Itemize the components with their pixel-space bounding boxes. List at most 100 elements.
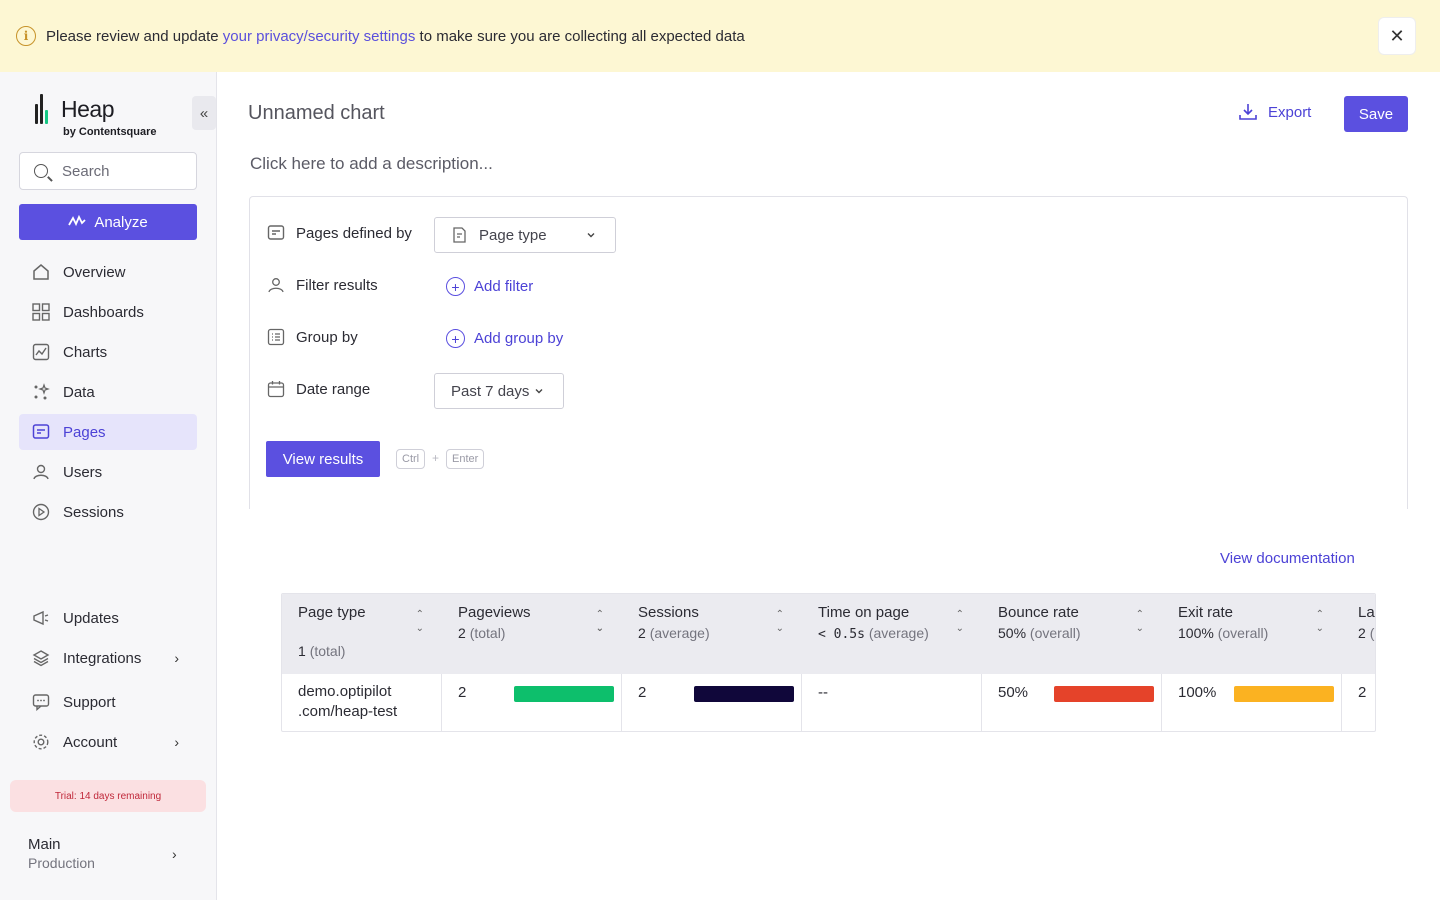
page-type-value: Page type (479, 226, 547, 244)
column-header-bounce-rate[interactable]: Bounce rate 50% (overall) ⌃ ⌄ (982, 594, 1162, 674)
date-range-dropdown[interactable]: Past 7 days (434, 373, 564, 409)
date-range-value: Past 7 days (451, 382, 530, 400)
sort-icon[interactable]: ⌃ ⌄ (776, 608, 784, 636)
sort-icon[interactable]: ⌃ ⌄ (1136, 608, 1144, 636)
sidebar-item-charts[interactable]: Charts (19, 334, 197, 370)
cell-bounce-rate: 50% (982, 674, 1162, 731)
analyze-icon (68, 214, 86, 230)
column-header-time-on-page[interactable]: Time on page < 0.5s (average) ⌃ ⌄ (802, 594, 982, 674)
chart-title[interactable]: Unnamed chart (248, 102, 385, 125)
environment-switcher[interactable]: Main Production (28, 836, 95, 871)
gear-icon (31, 732, 51, 752)
cell-value: 100% (1178, 684, 1217, 701)
sidebar-item-support[interactable]: Support (19, 684, 197, 720)
cell-last: 2 (1342, 674, 1375, 731)
column-header-last[interactable]: La 2 ( (1342, 594, 1375, 674)
cell-pageviews: 2 (442, 674, 622, 731)
collapse-sidebar-button[interactable]: « (192, 96, 216, 130)
megaphone-icon (31, 608, 51, 628)
page-name-line2: .com/heap-test (298, 703, 398, 720)
sidebar-item-label: Pages (63, 423, 106, 441)
column-header-pageviews[interactable]: Pageviews 2 (total) ⌃ ⌄ (442, 594, 622, 674)
column-name: La (1358, 604, 1375, 621)
chevron-down-icon (585, 228, 597, 245)
chevron-right-icon[interactable]: › (172, 846, 177, 862)
calendar-icon (266, 379, 286, 399)
privacy-settings-link[interactable]: your privacy/security settings (223, 28, 416, 45)
kbd-enter: Enter (446, 449, 485, 469)
bounce-rate-bar (1054, 686, 1154, 702)
cell-page-type[interactable]: demo.optipilot .com/heap-test (282, 674, 442, 731)
sidebar-item-label: Integrations (63, 649, 142, 667)
sidebar-item-label: Account (63, 733, 118, 751)
info-icon: i (16, 26, 36, 46)
sort-icon[interactable]: ⌃ ⌄ (596, 608, 604, 636)
table-header: Page type 1 (total) ⌃ ⌄ Pageviews 2 (tota… (282, 594, 1375, 674)
add-group-by-button[interactable]: + Add group by (446, 329, 563, 348)
analyze-label: Analyze (94, 213, 148, 231)
sidebar-item-account[interactable]: Account › (19, 724, 197, 760)
sidebar-item-overview[interactable]: Overview (19, 254, 197, 290)
query-builder: Pages defined by Page type Filter result… (249, 196, 1408, 509)
sidebar-item-pages[interactable]: Pages (19, 414, 197, 450)
cell-time-on-page: -- (802, 674, 982, 731)
sidebar-item-sessions[interactable]: Sessions (19, 494, 197, 530)
exit-rate-bar (1234, 686, 1334, 702)
sidebar-item-label: Updates (63, 609, 119, 627)
column-header-exit-rate[interactable]: Exit rate 100% (overall) ⌃ ⌄ (1162, 594, 1342, 674)
sidebar-item-users[interactable]: Users (19, 454, 197, 490)
users-icon (31, 462, 51, 482)
sidebar-item-label: Dashboards (63, 303, 144, 321)
sidebar-item-updates[interactable]: Updates (19, 600, 197, 636)
export-label: Export (1268, 103, 1312, 121)
add-group-by-label: Add group by (474, 330, 564, 347)
sidebar-item-integrations[interactable]: Integrations › (19, 640, 197, 676)
sidebar-item-dashboards[interactable]: Dashboards (19, 294, 197, 330)
home-icon (31, 262, 51, 282)
column-name: Exit rate (1178, 604, 1234, 621)
page-type-dropdown[interactable]: Page type (434, 217, 616, 253)
environment-sub: Production (28, 855, 95, 871)
privacy-banner: i Please review and update your privacy/… (0, 0, 1440, 72)
plus-circle-icon: + (446, 329, 465, 348)
trial-badge[interactable]: Trial: 14 days remaining (10, 780, 206, 812)
sidebar: Heap by Contentsquare « Search Analyze O… (0, 72, 217, 900)
sidebar-item-label: Users (63, 463, 103, 481)
save-button[interactable]: Save (1344, 96, 1408, 132)
column-name: Bounce rate (998, 604, 1079, 621)
cell-value: 2 (458, 684, 467, 701)
export-button[interactable]: Export (1238, 102, 1311, 122)
sidebar-item-label: Overview (63, 263, 126, 281)
search-input[interactable]: Search (19, 152, 197, 190)
sidebar-item-data[interactable]: Data (19, 374, 197, 410)
chevron-right-icon: › (174, 734, 179, 750)
column-summary: 100% (overall) (1178, 625, 1269, 641)
column-header-sessions[interactable]: Sessions 2 (average) ⌃ ⌄ (622, 594, 802, 674)
view-results-button[interactable]: View results (266, 441, 380, 477)
double-chevron-left-icon: « (199, 104, 209, 122)
sort-icon[interactable]: ⌃ ⌄ (416, 608, 424, 636)
pages-icon (266, 223, 286, 243)
column-name: Time on page (818, 604, 910, 621)
sidebar-item-label: Charts (63, 343, 108, 361)
environment-name: Main (28, 836, 61, 853)
sort-icon[interactable]: ⌃ ⌄ (956, 608, 964, 636)
column-header-page-type[interactable]: Page type 1 (total) ⌃ ⌄ (282, 594, 442, 674)
kbd-plus: + (432, 451, 440, 465)
add-filter-button[interactable]: + Add filter (446, 277, 533, 296)
chart-icon (31, 342, 51, 362)
sort-icon[interactable]: ⌃ ⌄ (1316, 608, 1324, 636)
chart-description-input[interactable]: Click here to add a description... (250, 154, 493, 174)
date-range-row: Date range (266, 379, 370, 399)
banner-message: Please review and update your privacy/se… (46, 28, 745, 45)
view-documentation-link[interactable]: View documentation (1220, 550, 1355, 567)
close-banner-button[interactable]: ✕ (1378, 17, 1416, 55)
pages-defined-label: Pages defined by (296, 224, 412, 242)
banner-text-prefix: Please review and update (46, 27, 223, 45)
pages-icon (31, 422, 51, 442)
analyze-button[interactable]: Analyze (19, 204, 197, 240)
kbd-ctrl: Ctrl (396, 449, 426, 469)
group-by-label: Group by (296, 328, 358, 346)
column-name: Pageviews (458, 604, 531, 621)
column-name: Sessions (638, 604, 699, 621)
